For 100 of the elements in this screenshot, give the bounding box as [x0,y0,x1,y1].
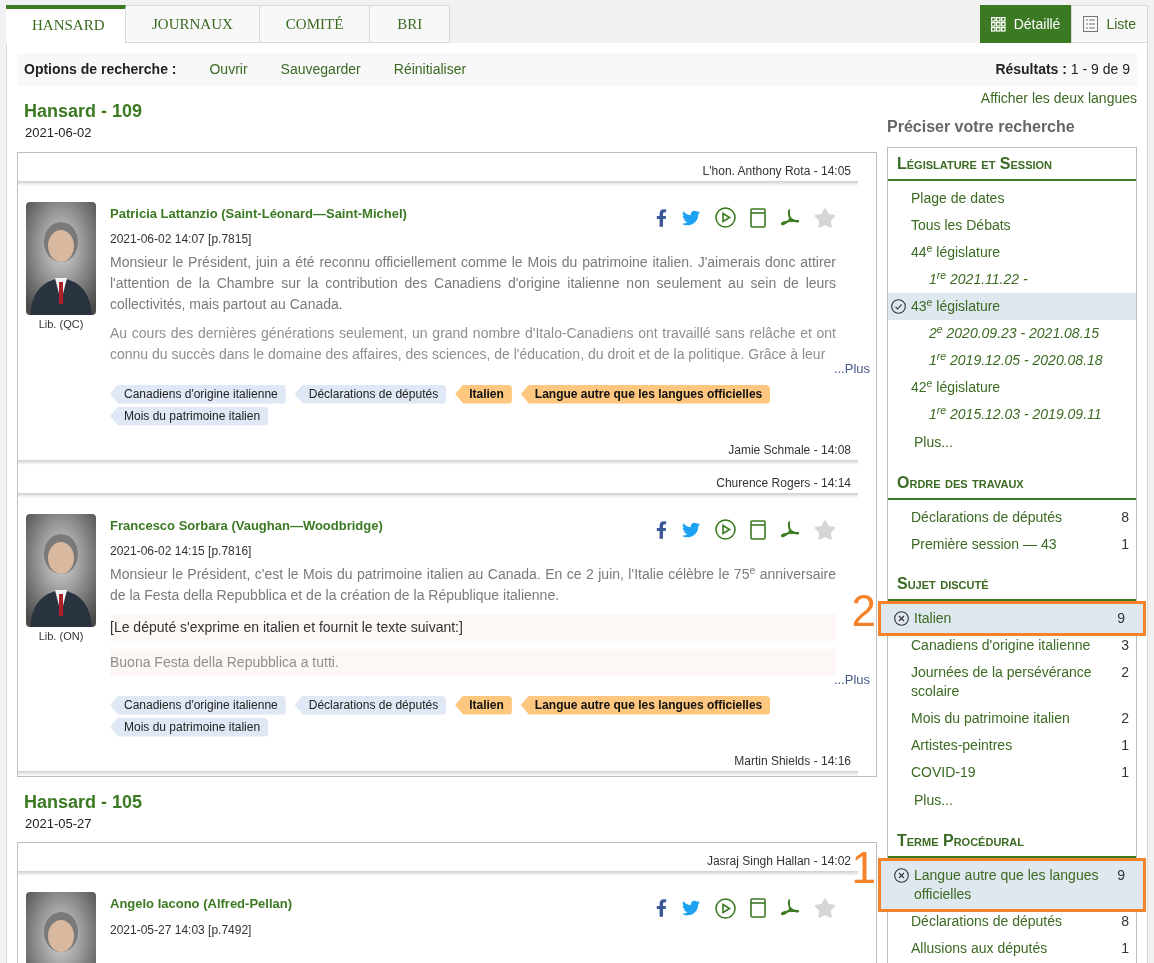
filter-item[interactable]: 2$^{e}$ 2020.09.23 - 2021.08.15 [888,320,1136,347]
speech-paragraph: Monsieur le Président, juin a été reconnu officiellement comme le Mois du patrimoine italien. J'aimerais donc attirer l'attention de la Chambre sur la contribution des Canadiens d'origine italienne non seulement au sein de leurs collectivités, mais partout au Canada. [110,253,836,314]
remove-circle-icon [894,868,909,883]
member-name[interactable]: Angelo Iacono (Alfred-Pellan) [110,894,292,914]
topic-tag[interactable]: Déclarations de députés [294,384,447,404]
play-icon[interactable] [715,207,736,228]
book-icon[interactable] [750,207,766,228]
topic-tag[interactable]: Déclarations de députés [294,695,447,715]
party-label: Lib. (ON) [38,628,84,644]
more-link[interactable]: ...Plus [833,359,870,379]
topic-tag[interactable]: Canadiens d'origine italienne [110,384,286,404]
more-link[interactable]: ...Plus [833,670,870,690]
play-icon[interactable] [715,897,736,919]
filter-item[interactable]: 1$^{re}$ 2021.11.22 - [888,266,1136,293]
filter-item[interactable]: Allusions aux députés 1 [888,935,1136,962]
filter-label: Artistes-peintres [911,736,1014,755]
option-link[interactable]: Ouvrir [209,59,248,80]
filter-count: 8 [1121,508,1130,527]
callout-number: 1 [851,846,876,890]
sitting-date: 2021-05-27 [25,814,93,833]
filter-item[interactable]: 1$^{re}$ 2019.12.05 - 2020.08.18 [888,347,1136,374]
filter-item[interactable]: Journées de la persévérance scolaire 2 [888,659,1136,705]
remove-circle-icon [894,611,909,626]
facebook-icon[interactable] [656,898,667,918]
star-icon[interactable] [814,897,836,919]
filter-item[interactable]: 1$^{re}$ 2015.12.03 - 2019.09.11 [888,401,1136,428]
filter-label: 1$^{re}$ 2019.12.05 - 2020.08.18 [929,351,1104,370]
topic-tag[interactable]: Langue autre que les langues officielles [520,695,771,715]
filter-count: 2 [1121,663,1130,682]
star-icon[interactable] [814,518,836,541]
book-icon[interactable] [750,898,766,918]
filter-item[interactable]: Mois du patrimoine italien 2 [888,705,1136,732]
topic-tag[interactable]: Mois du patrimoine italien [110,717,269,737]
filter-count: 9 [1117,866,1126,885]
filter-label: Allusions aux députés [911,939,1049,958]
speaker-time[interactable]: Churence Rogers - 14:14 [716,473,851,492]
language-link[interactable]: Afficher les deux langues [980,88,1137,109]
nav-tab[interactable]: HANSARD [6,5,126,43]
speaker-time[interactable]: Jasraj Singh Hallan - 14:02 [706,852,851,870]
option-link[interactable]: Sauvegarder [280,59,361,80]
speech-paragraph: Monsieur le Président, c'est le Mois du patrimoine italien au Canada. En ce 2 juin, l'Italie célèbre le 75$^{e}$ anniversaire de la Festa della Repubblica et de la création de la République italienne. [110,564,836,605]
topic-tag[interactable]: Italien [455,695,512,715]
member-name[interactable]: Patricia Lattanzio (Saint-Léonard—Saint-Michel) [110,203,407,223]
speaker-time[interactable]: Martin Shields - 14:16 [734,751,851,770]
filter-item[interactable]: 42$^{e}$ législature [888,374,1136,401]
grid-icon [990,16,1006,32]
topic-tag[interactable]: Italien [455,384,512,404]
topic-tag[interactable]: Canadiens d'origine italienne [110,695,286,715]
sitting-date: 2021-06-02 [25,124,93,142]
option-link[interactable]: Réinitialiser [393,59,467,80]
twitter-icon[interactable] [681,899,701,917]
more-link[interactable]: Plus... [888,786,1136,815]
check-circle-icon [891,299,906,314]
view-toggle[interactable]: Liste [1071,5,1148,43]
filter-label: Mois du patrimoine italien [911,709,1071,728]
more-link[interactable]: Plus... [888,428,1136,457]
filter-label: Première session — 43 [911,535,1058,554]
play-icon[interactable] [715,519,736,540]
filter-item[interactable]: Langue autre que les langues officielles 9 [878,858,1146,912]
date-time: 2021-06-02 14:07 [p.7815] [110,231,253,248]
twitter-icon[interactable] [681,208,701,227]
filter-count: 1 [1121,763,1130,782]
callout-number: 2 [851,589,876,633]
member-name[interactable]: Francesco Sorbara (Vaughan—Woodbridge) [110,515,383,535]
book-icon[interactable] [750,519,766,540]
view-toggle[interactable]: Détaillé [979,5,1072,43]
acrobat-icon[interactable] [780,207,800,228]
star-icon[interactable] [814,206,836,229]
filter-label: Plage de dates [911,189,1006,208]
filter-item[interactable]: Première session — 43 1 [888,531,1136,558]
nav-tab[interactable]: COMITÉ [259,5,371,43]
topic-tag[interactable]: Langue autre que les langues officielles [520,384,771,404]
sitting-title[interactable]: Hansard - 109 [24,100,877,122]
filter-item[interactable]: 44$^{e}$ législature [888,239,1136,266]
sitting-title[interactable]: Hansard - 105 [24,790,877,813]
filter-item[interactable]: Plage de dates [888,185,1136,212]
section-heading: Législature et Session [888,152,1136,181]
facebook-icon[interactable] [656,519,667,540]
section-heading: Ordre des travaux [888,471,1136,500]
acrobat-icon[interactable] [780,898,800,918]
topic-tag[interactable]: Mois du patrimoine italien [110,406,269,426]
filter-item[interactable]: Déclarations de députés 8 [888,504,1136,531]
filter-label: Tous les Débats [911,216,1012,235]
filter-item[interactable]: Artistes-peintres 1 [888,732,1136,759]
filter-count: 1 [1121,939,1130,958]
filter-item[interactable]: Tous les Débats [888,212,1136,239]
filter-item[interactable]: Italien 9 [878,601,1146,636]
filter-label: Langue autre que les langues officielles [914,866,1100,904]
nav-tab[interactable]: BRI [370,5,451,43]
speaker-time[interactable]: Jamie Schmale - 14:08 [728,440,851,459]
filter-item[interactable]: COVID-19 1 [888,759,1136,786]
nav-tab[interactable]: JOURNAUX [126,5,260,43]
facebook-icon[interactable] [656,207,667,228]
speaker-time[interactable]: L'hon. Anthony Rota - 14:05 [702,161,851,180]
filter-item[interactable]: 43$^{e}$ législature [888,293,1136,320]
twitter-icon[interactable] [681,520,701,539]
filter-label: 42$^{e}$ législature [911,378,1002,397]
filter-label: Déclarations de députés [911,912,1063,931]
filter-label: 44$^{e}$ législature [911,243,1002,262]
acrobat-icon[interactable] [780,519,800,540]
